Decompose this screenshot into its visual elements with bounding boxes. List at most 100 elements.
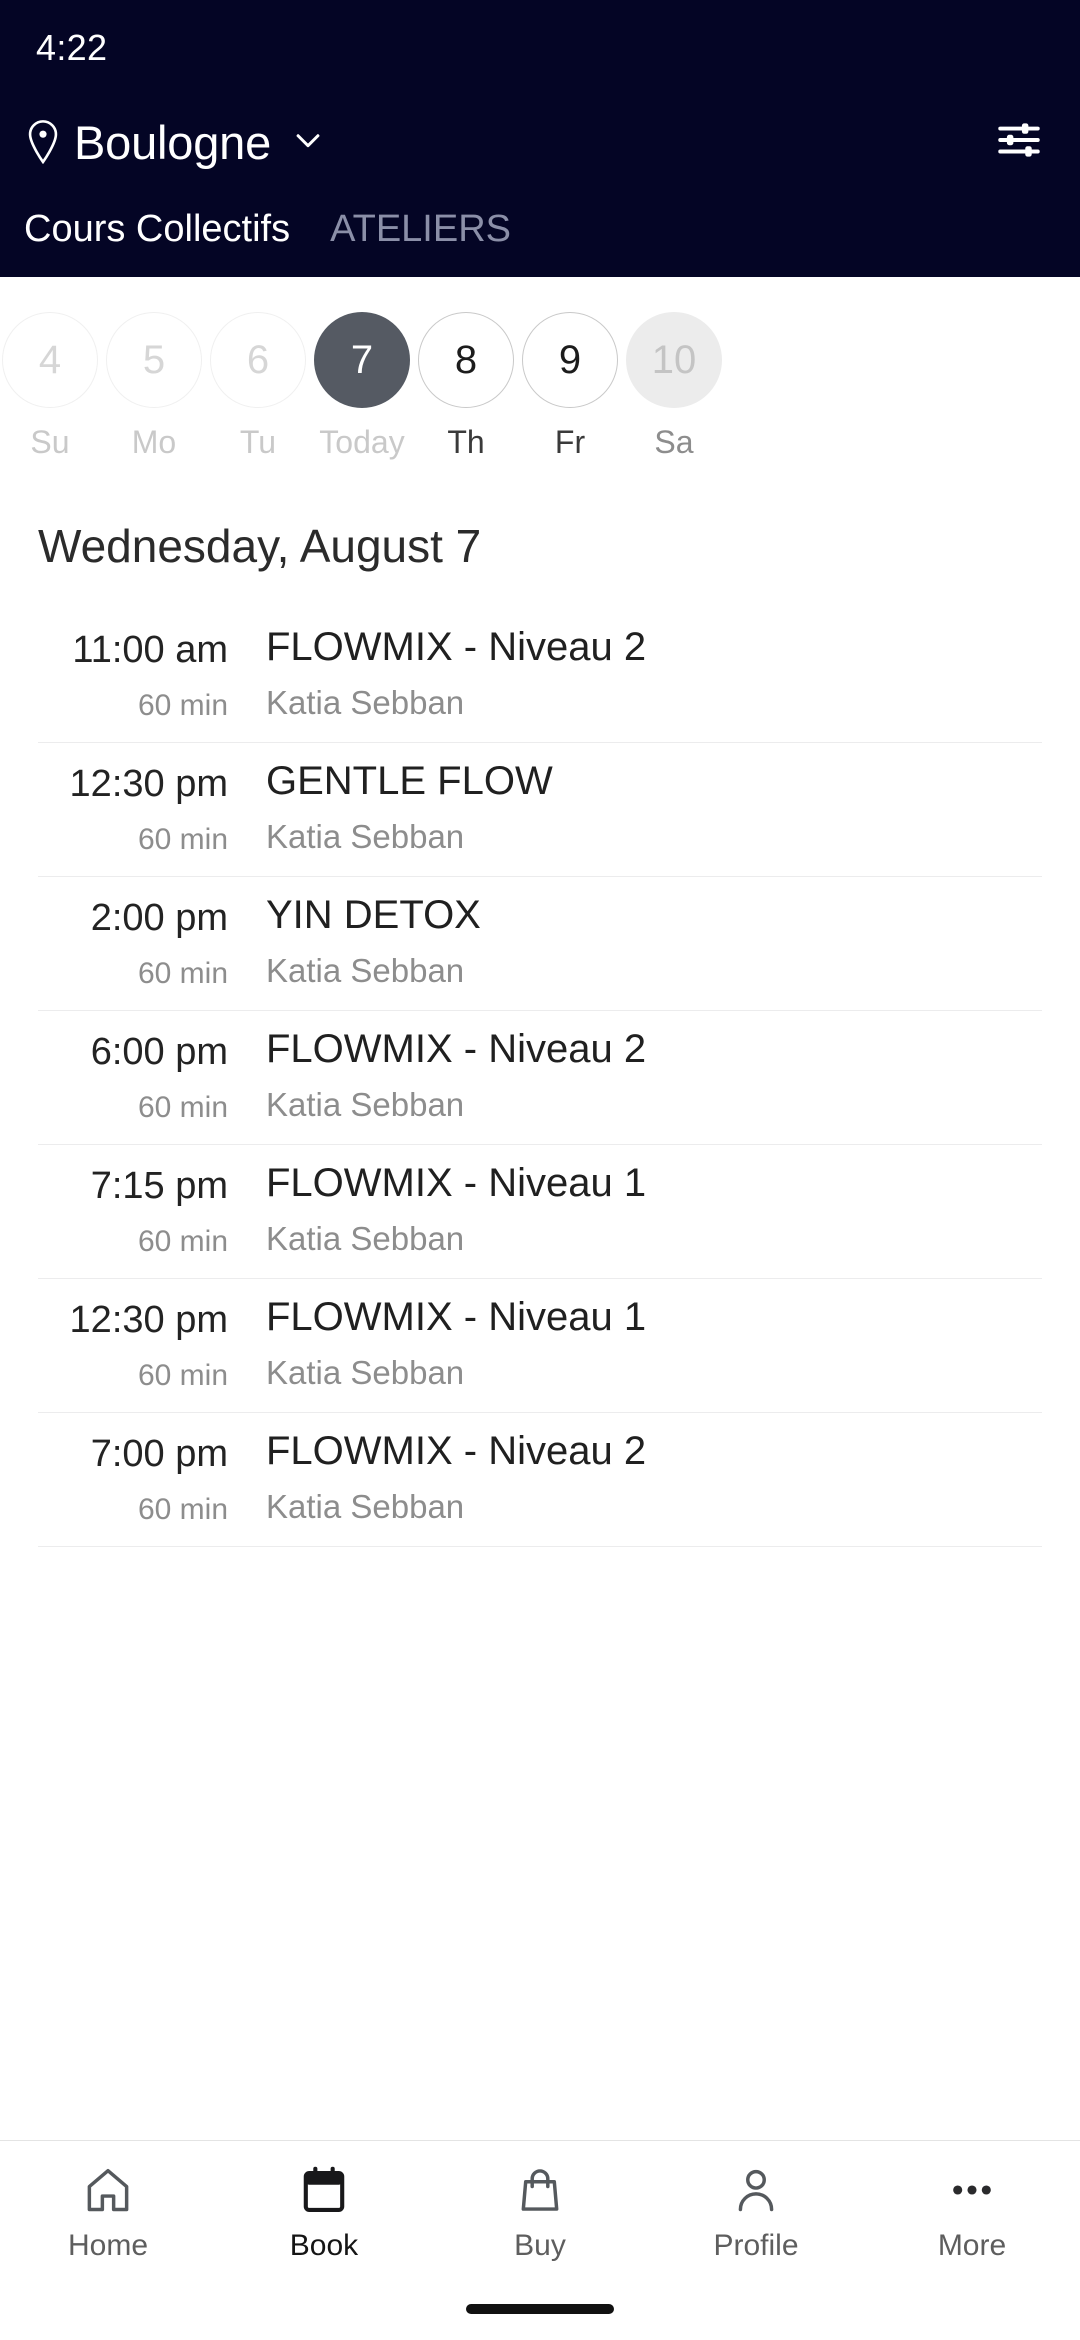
table-row[interactable]: 11:00 am 60 min FLOWMIX - Niveau 2 Katia… — [38, 609, 1042, 743]
tune-filter-icon[interactable] — [994, 115, 1044, 170]
row-teacher: Katia Sebban — [266, 951, 465, 989]
table-row[interactable]: 12:30 pm 60 min GENTLE FLOW Katia Sebban — [38, 743, 1042, 877]
home-indicator — [466, 2304, 614, 2314]
date-strip[interactable]: 4 Su 5 Mo 6 Tu 7 Today 8 Th 9 Fr 10 Sa — [0, 277, 1080, 487]
table-row[interactable]: 7:00 pm 60 min FLOWMIX - Niveau 2 Katia … — [38, 1413, 1042, 1547]
date-chip-number: 6 — [210, 312, 306, 408]
row-time-column: 12:30 pm 60 min — [38, 743, 228, 876]
date-chip-label: Mo — [131, 424, 177, 460]
row-info-column: FLOWMIX - Niveau 2 Katia Sebban — [228, 1011, 1042, 1144]
tab-ateliers[interactable]: ATELIERS — [330, 210, 511, 254]
date-chip-number: 10 — [626, 312, 722, 408]
row-time-column: 11:00 am 60 min — [38, 609, 228, 742]
table-row[interactable]: 2:00 pm 60 min YIN DETOX Katia Sebban — [38, 877, 1042, 1011]
date-chip-4[interactable]: 4 Su — [0, 312, 102, 458]
row-info-column: FLOWMIX - Niveau 1 Katia Sebban — [228, 1145, 1042, 1278]
date-chip-label: Tu — [239, 424, 277, 460]
date-chip-7-today-selected[interactable]: 7 Today — [310, 312, 414, 458]
date-chip-label: Sa — [654, 424, 694, 460]
nav-item-more[interactable]: More — [864, 2163, 1080, 2261]
header-tabs: Cours Collectifs ATELIERS — [0, 188, 1080, 254]
date-chip-number: 8 — [418, 312, 514, 408]
table-row[interactable]: 7:15 pm 60 min FLOWMIX - Niveau 1 Katia … — [38, 1145, 1042, 1279]
row-class-title: FLOWMIX - Niveau 2 — [266, 1027, 647, 1071]
row-time-column: 6:00 pm 60 min — [38, 1011, 228, 1144]
row-time: 12:30 pm — [69, 763, 228, 805]
row-class-title: FLOWMIX - Niveau 1 — [266, 1295, 647, 1339]
date-chip-label: Su — [30, 424, 70, 460]
row-duration: 60 min — [137, 957, 228, 990]
row-time: 7:15 pm — [90, 1165, 228, 1207]
schedule-list[interactable]: 11:00 am 60 min FLOWMIX - Niveau 2 Katia… — [0, 609, 1080, 2340]
tab-cours-collectifs[interactable]: Cours Collectifs — [24, 210, 290, 254]
date-chip-number: 5 — [106, 312, 202, 408]
row-time: 6:00 pm — [90, 1031, 228, 1073]
bag-icon — [514, 2163, 566, 2217]
nav-label-more: More — [937, 2229, 1007, 2262]
date-chip-9[interactable]: 9 Fr — [518, 312, 622, 458]
row-teacher: Katia Sebban — [266, 1487, 465, 1525]
status-bar: 4:22 — [0, 0, 1080, 96]
status-bar-clock: 4:22 — [36, 27, 108, 68]
home-icon — [82, 2163, 134, 2217]
header-main-row: Boulogne — [0, 96, 1080, 188]
row-time-column: 12:30 pm 60 min — [38, 1279, 228, 1412]
row-class-title: YIN DETOX — [266, 893, 481, 937]
row-duration: 60 min — [137, 1493, 228, 1526]
row-info-column: GENTLE FLOW Katia Sebban — [228, 743, 1042, 876]
date-chip-label: Today — [319, 424, 405, 460]
row-teacher: Katia Sebban — [266, 1353, 465, 1391]
row-time: 2:00 pm — [90, 897, 228, 939]
location-pin-icon — [26, 120, 60, 164]
row-time-column: 7:00 pm 60 min — [38, 1413, 228, 1546]
row-info-column: FLOWMIX - Niveau 1 Katia Sebban — [228, 1279, 1042, 1412]
row-time: 11:00 am — [72, 629, 228, 671]
row-info-column: FLOWMIX - Niveau 2 Katia Sebban — [228, 1413, 1042, 1546]
row-duration: 60 min — [137, 1225, 228, 1258]
row-teacher: Katia Sebban — [266, 817, 465, 855]
row-teacher: Katia Sebban — [266, 1219, 465, 1257]
row-teacher: Katia Sebban — [266, 683, 465, 721]
nav-item-book[interactable]: Book — [216, 2163, 432, 2261]
row-time-column: 2:00 pm 60 min — [38, 877, 228, 1010]
nav-label-home: Home — [67, 2229, 149, 2262]
date-chip-6[interactable]: 6 Tu — [206, 312, 310, 458]
date-chip-5[interactable]: 5 Mo — [102, 312, 206, 458]
schedule-date-heading: Wednesday, August 7 — [38, 520, 482, 572]
row-class-title: GENTLE FLOW — [266, 759, 553, 803]
row-class-title: FLOWMIX - Niveau 2 — [266, 625, 647, 669]
table-row[interactable]: 6:00 pm 60 min FLOWMIX - Niveau 2 Katia … — [38, 1011, 1042, 1145]
date-chip-number: 9 — [522, 312, 618, 408]
nav-label-book: Book — [289, 2229, 359, 2262]
ellipsis-icon — [946, 2163, 998, 2217]
date-chip-label: Th — [447, 424, 485, 460]
app-header: 4:22 Boulogne Cours Collectifs ATELIERS — [0, 0, 1080, 277]
date-chip-10[interactable]: 10 Sa — [622, 312, 726, 458]
location-selector[interactable]: Boulogne — [26, 119, 325, 166]
row-info-column: YIN DETOX Katia Sebban — [228, 877, 1042, 1010]
nav-item-home[interactable]: Home — [0, 2163, 216, 2261]
location-name: Boulogne — [74, 115, 272, 169]
nav-item-buy[interactable]: Buy — [432, 2163, 648, 2261]
row-time: 7:00 pm — [90, 1433, 228, 1475]
row-duration: 60 min — [137, 823, 228, 856]
person-icon — [730, 2163, 782, 2217]
row-time: 12:30 pm — [69, 1299, 228, 1341]
app-screen: 4:22 Boulogne Cours Collectifs ATELIERS … — [0, 0, 1080, 2340]
row-duration: 60 min — [137, 1359, 228, 1392]
row-class-title: FLOWMIX - Niveau 2 — [266, 1429, 647, 1473]
nav-item-profile[interactable]: Profile — [648, 2163, 864, 2261]
row-duration: 60 min — [137, 689, 228, 722]
row-time-column: 7:15 pm 60 min — [38, 1145, 228, 1278]
nav-label-buy: Buy — [514, 2229, 566, 2262]
nav-label-profile: Profile — [713, 2229, 799, 2262]
calendar-icon — [298, 2163, 350, 2217]
bottom-navigation-bar: Home Book Buy Profile More — [0, 2140, 1080, 2340]
row-info-column: FLOWMIX - Niveau 2 Katia Sebban — [228, 609, 1042, 742]
table-row[interactable]: 12:30 pm 60 min FLOWMIX - Niveau 1 Katia… — [38, 1279, 1042, 1413]
date-chip-8[interactable]: 8 Th — [414, 312, 518, 458]
date-chip-number: 4 — [2, 312, 98, 408]
row-teacher: Katia Sebban — [266, 1085, 465, 1123]
chevron-down-icon[interactable] — [285, 123, 325, 162]
date-chip-number: 7 — [314, 312, 410, 408]
